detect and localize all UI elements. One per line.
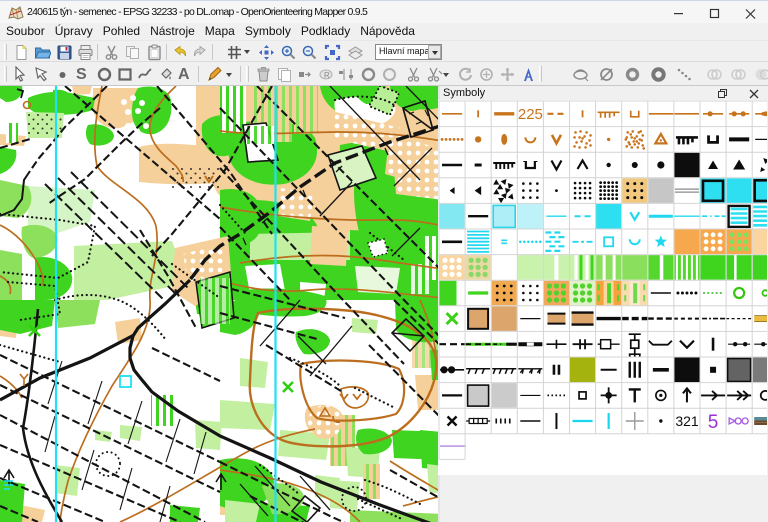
- svg-text:R: R: [324, 71, 330, 80]
- svg-text:5: 5: [708, 412, 719, 433]
- svg-text:321: 321: [675, 413, 699, 429]
- svg-text:225: 225: [518, 106, 543, 123]
